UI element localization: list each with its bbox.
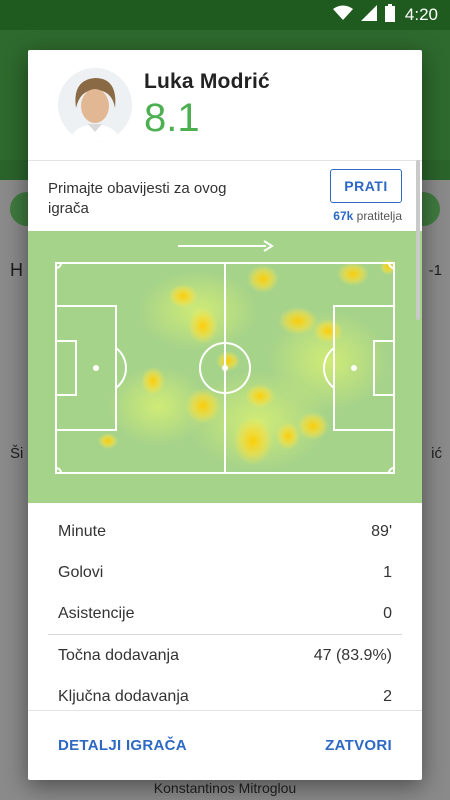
dialog-scrollbar[interactable] — [416, 160, 420, 320]
stat-label: Točna dodavanja — [58, 646, 179, 664]
player-stats: Minute 89' Golovi 1 Asistencije 0 Točna … — [28, 503, 422, 717]
wifi-icon — [332, 5, 353, 26]
heatmap — [28, 231, 422, 503]
background-footer-player: Konstantinos Mitroglou — [153, 780, 297, 796]
stat-row-accurate-passes: Točna dodavanja 47 (83.9%) — [58, 635, 392, 676]
stat-label: Ključna dodavanja — [58, 687, 189, 705]
player-details-button[interactable]: DETALJI IGRAČA — [58, 737, 187, 754]
stat-value: 0 — [383, 604, 392, 622]
player-name: Luka Modrić — [144, 69, 270, 93]
background-row-right: ić — [431, 445, 442, 462]
stat-label: Minute — [58, 522, 107, 540]
stat-value: 89' — [371, 522, 392, 540]
followers-number: 67k — [333, 209, 354, 223]
player-info: Luka Modrić 8.1 — [144, 70, 270, 141]
player-avatar — [58, 68, 132, 142]
stat-row-assists: Asistencije 0 — [58, 593, 392, 634]
follow-button[interactable]: PRATI — [330, 169, 402, 203]
background-left-letter: H — [10, 260, 23, 280]
heatmap-pitch — [55, 240, 396, 474]
attack-direction-arrow — [178, 240, 274, 252]
stat-label: Golovi — [58, 563, 104, 581]
stat-row-goals: Golovi 1 — [58, 552, 392, 593]
player-dialog: Luka Modrić 8.1 Primajte obavijesti za o… — [28, 50, 422, 780]
stat-value: 1 — [383, 563, 392, 581]
stat-label: Asistencije — [58, 604, 135, 622]
follow-description: Primajte obavijesti za ovog igrača — [48, 180, 227, 217]
signal-icon — [360, 4, 377, 26]
stat-value: 47 (83.9%) — [313, 646, 392, 664]
player-header: Luka Modrić 8.1 — [28, 50, 422, 160]
background-row-left: Ši — [10, 445, 24, 462]
stat-value: 2 — [383, 687, 392, 705]
close-button[interactable]: ZATVORI — [325, 737, 392, 754]
status-bar: 4:20 — [0, 0, 450, 30]
followers-label: pratitelja — [356, 209, 402, 223]
background-score: -1 — [428, 262, 442, 279]
battery-icon — [384, 3, 395, 27]
player-rating: 8.1 — [144, 95, 200, 140]
status-time: 4:20 — [404, 5, 438, 24]
follow-section: Primajte obavijesti za ovog igrača PRATI… — [28, 161, 422, 231]
followers-count: 67k pratitelja — [333, 209, 402, 223]
stat-row-minutes: Minute 89' — [58, 511, 392, 552]
dialog-actions: DETALJI IGRAČA ZATVORI — [28, 710, 422, 780]
